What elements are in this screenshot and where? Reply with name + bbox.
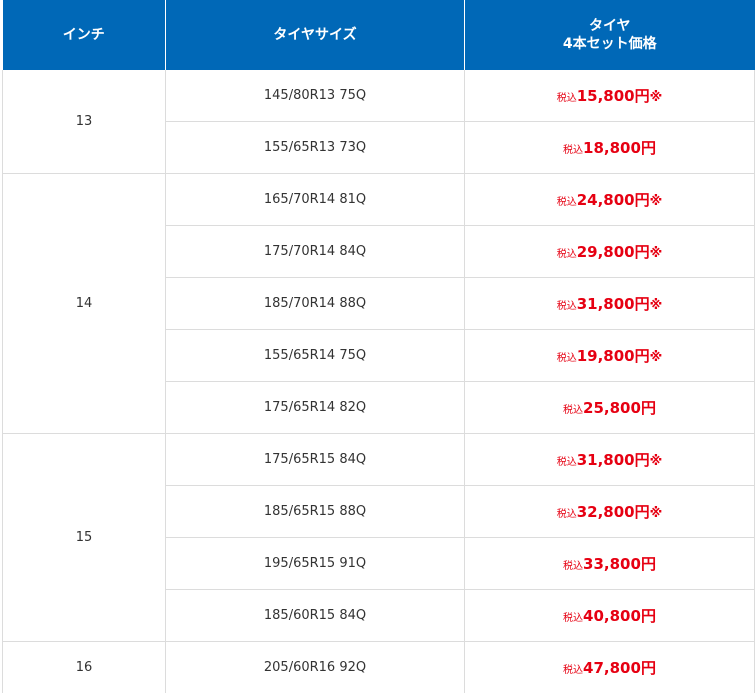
inch-cell: 15 (3, 434, 166, 642)
tire-size-cell: 155/65R13 73Q (166, 122, 465, 174)
tax-included-label: 税込 (557, 457, 577, 468)
table-row: 15175/65R15 84Q税込31,800円※ (3, 434, 755, 486)
price-cell: 税込32,800円※ (465, 486, 755, 538)
price-value: 40,800 (583, 607, 641, 625)
currency-unit: 円 (635, 451, 650, 469)
price-value: 18,800 (583, 139, 641, 157)
note-mark: ※ (650, 506, 663, 521)
inch-cell: 13 (3, 70, 166, 174)
price-cell: 税込47,800円 (465, 642, 755, 693)
tire-size-cell: 185/70R14 88Q (166, 278, 465, 330)
price-value: 33,800 (583, 555, 641, 573)
tire-size-cell: 165/70R14 81Q (166, 174, 465, 226)
note-mark: ※ (650, 350, 663, 365)
tax-included-label: 税込 (557, 509, 577, 520)
tire-price-table: インチ タイヤサイズ タイヤ 4本セット価格 13145/80R13 75Q税込… (2, 0, 755, 693)
note-mark: ※ (650, 454, 663, 469)
price-cell: 税込19,800円※ (465, 330, 755, 382)
tax-included-label: 税込 (557, 353, 577, 364)
header-inch: インチ (3, 0, 166, 70)
price-cell: 税込40,800円 (465, 590, 755, 642)
header-row: インチ タイヤサイズ タイヤ 4本セット価格 (3, 0, 755, 70)
price-value: 25,800 (583, 399, 641, 417)
price-cell: 税込31,800円※ (465, 278, 755, 330)
price-cell: 税込18,800円 (465, 122, 755, 174)
currency-unit: 円 (635, 295, 650, 313)
currency-unit: 円 (641, 607, 656, 625)
price-value: 24,800 (577, 191, 635, 209)
tire-size-cell: 175/65R14 82Q (166, 382, 465, 434)
price-value: 29,800 (577, 243, 635, 261)
tire-size-cell: 155/65R14 75Q (166, 330, 465, 382)
tax-included-label: 税込 (557, 197, 577, 208)
table-row: 13145/80R13 75Q税込15,800円※ (3, 70, 755, 122)
tire-size-cell: 195/65R15 91Q (166, 538, 465, 590)
price-value: 15,800 (577, 87, 635, 105)
tire-size-cell: 175/70R14 84Q (166, 226, 465, 278)
tire-size-cell: 205/60R16 92Q (166, 642, 465, 693)
currency-unit: 円 (641, 139, 656, 157)
price-value: 32,800 (577, 503, 635, 521)
price-value: 19,800 (577, 347, 635, 365)
currency-unit: 円 (635, 191, 650, 209)
currency-unit: 円 (635, 503, 650, 521)
note-mark: ※ (650, 194, 663, 209)
price-cell: 税込33,800円 (465, 538, 755, 590)
currency-unit: 円 (635, 87, 650, 105)
price-value: 31,800 (577, 451, 635, 469)
currency-unit: 円 (635, 347, 650, 365)
header-tire-size: タイヤサイズ (166, 0, 465, 70)
price-value: 31,800 (577, 295, 635, 313)
tax-included-label: 税込 (563, 613, 583, 624)
currency-unit: 円 (641, 399, 656, 417)
tire-size-cell: 145/80R13 75Q (166, 70, 465, 122)
tire-size-cell: 185/65R15 88Q (166, 486, 465, 538)
tire-size-cell: 175/65R15 84Q (166, 434, 465, 486)
inch-cell: 14 (3, 174, 166, 434)
table-row: 14165/70R14 81Q税込24,800円※ (3, 174, 755, 226)
tax-included-label: 税込 (563, 405, 583, 416)
header-price-line1: タイヤ (465, 17, 755, 35)
currency-unit: 円 (641, 555, 656, 573)
tax-included-label: 税込 (563, 561, 583, 572)
table-header: インチ タイヤサイズ タイヤ 4本セット価格 (3, 0, 755, 70)
price-cell: 税込15,800円※ (465, 70, 755, 122)
tax-included-label: 税込 (563, 145, 583, 156)
note-mark: ※ (650, 90, 663, 105)
header-price-line2: 4本セット価格 (465, 35, 755, 53)
price-cell: 税込31,800円※ (465, 434, 755, 486)
tire-size-cell: 185/60R15 84Q (166, 590, 465, 642)
header-set-price: タイヤ 4本セット価格 (465, 0, 755, 70)
price-cell: 税込25,800円 (465, 382, 755, 434)
table-body: 13145/80R13 75Q税込15,800円※155/65R13 73Q税込… (3, 70, 755, 693)
price-value: 47,800 (583, 659, 641, 677)
price-cell: 税込24,800円※ (465, 174, 755, 226)
tax-included-label: 税込 (557, 249, 577, 260)
price-cell: 税込29,800円※ (465, 226, 755, 278)
currency-unit: 円 (635, 243, 650, 261)
inch-cell: 16 (3, 642, 166, 693)
tax-included-label: 税込 (557, 301, 577, 312)
tax-included-label: 税込 (557, 93, 577, 104)
currency-unit: 円 (641, 659, 656, 677)
tax-included-label: 税込 (563, 665, 583, 676)
note-mark: ※ (650, 298, 663, 313)
table-row: 16205/60R16 92Q税込47,800円 (3, 642, 755, 693)
note-mark: ※ (650, 246, 663, 261)
